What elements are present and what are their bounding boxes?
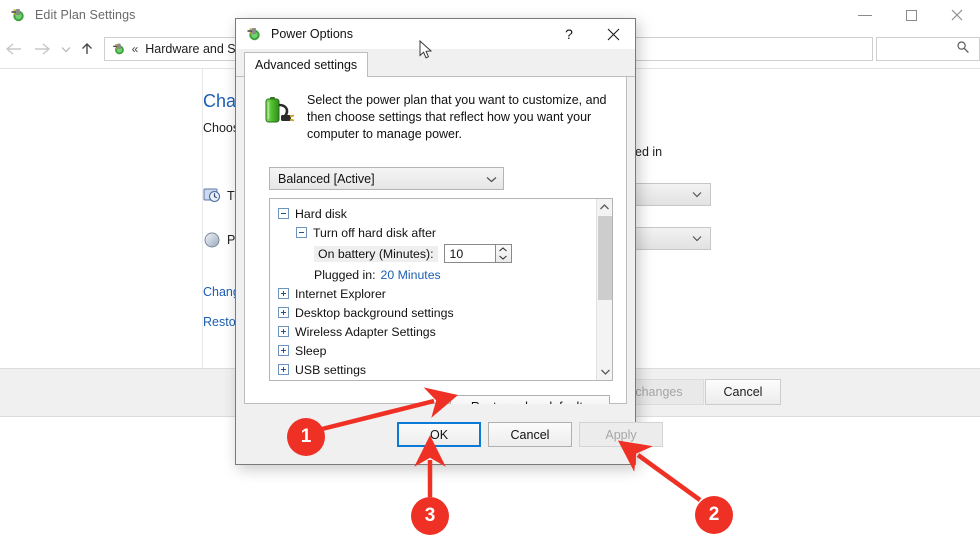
tree-item-on-battery[interactable]: On battery (Minutes): 10 bbox=[270, 242, 597, 265]
chevron-down-icon bbox=[692, 236, 702, 242]
forward-button[interactable] bbox=[28, 34, 56, 64]
screen-root: Edit Plan Settings « Hardware and So Cha… bbox=[0, 0, 980, 559]
power-plan-selected-value: Balanced [Active] bbox=[278, 171, 375, 186]
background-window-title: Edit Plan Settings bbox=[35, 8, 136, 22]
power-plan-icon bbox=[9, 6, 27, 24]
minimize-button[interactable] bbox=[842, 0, 888, 30]
tree-item-label: Sleep bbox=[295, 343, 327, 358]
help-button[interactable]: ? bbox=[547, 19, 591, 49]
power-plan-icon bbox=[111, 41, 127, 57]
up-one-level-button[interactable] bbox=[75, 34, 99, 64]
back-button[interactable] bbox=[0, 34, 28, 64]
forward-arrow-icon bbox=[35, 43, 51, 55]
column-header-plugged-in: ed in bbox=[635, 145, 663, 159]
on-battery-minutes-input[interactable]: 10 bbox=[443, 244, 496, 263]
search-input[interactable] bbox=[875, 37, 980, 61]
recent-locations-button[interactable] bbox=[56, 34, 75, 64]
tree-item-wireless-adapter-settings[interactable]: Wireless Adapter Settings bbox=[270, 322, 597, 341]
scroll-up-icon bbox=[600, 204, 609, 210]
dialog-body: Select the power plan that you want to c… bbox=[244, 77, 627, 419]
stepper-up-button[interactable] bbox=[499, 246, 507, 254]
chevron-down-icon bbox=[486, 172, 497, 186]
battery-plug-icon bbox=[259, 91, 299, 131]
collapse-expander-icon[interactable] bbox=[278, 208, 289, 219]
on-battery-minutes-stepper[interactable]: 10 bbox=[443, 244, 512, 263]
expand-expander-icon[interactable] bbox=[278, 288, 289, 299]
tab-advanced-settings[interactable]: Advanced settings bbox=[244, 52, 369, 77]
tree-item-label: On battery (Minutes): bbox=[314, 245, 438, 262]
dialog-title: Power Options bbox=[271, 27, 353, 41]
scroll-down-button[interactable] bbox=[597, 364, 612, 380]
tree-item-label: USB settings bbox=[295, 362, 367, 377]
up-arrow-icon bbox=[82, 43, 93, 54]
expand-expander-icon[interactable] bbox=[278, 364, 289, 375]
apply-button[interactable]: Apply bbox=[579, 422, 663, 447]
page-subtitle: Choos bbox=[203, 121, 240, 135]
power-options-dialog: Power Options ? Advanced settings Select… bbox=[235, 18, 663, 465]
scroll-up-button[interactable] bbox=[597, 199, 612, 215]
plugged-in-value[interactable]: 20 Minutes bbox=[381, 268, 441, 282]
dialog-intro-text: Select the power plan that you want to c… bbox=[307, 93, 607, 141]
tree-item-label: Internet Explorer bbox=[295, 286, 386, 301]
dialog-intro: Select the power plan that you want to c… bbox=[259, 91, 609, 143]
ok-button[interactable]: OK bbox=[397, 422, 481, 447]
back-arrow-icon bbox=[6, 43, 22, 55]
tree-item-label: Turn off hard disk after bbox=[313, 225, 437, 240]
tree-item-usb-settings[interactable]: USB settings bbox=[270, 360, 597, 379]
tree-item-plugged-in[interactable]: Plugged in: 20 Minutes bbox=[270, 265, 597, 284]
tree-items: Hard disk Turn off hard disk after On ba… bbox=[270, 199, 597, 380]
stepper-buttons[interactable] bbox=[495, 244, 512, 263]
tree-item-label: Desktop background settings bbox=[295, 305, 454, 320]
annotation-badge-3: 3 bbox=[411, 497, 449, 535]
breadcrumb: Hardware and So bbox=[145, 42, 243, 56]
tree-item-label: Wireless Adapter Settings bbox=[295, 324, 436, 339]
mouse-pointer-icon bbox=[419, 39, 433, 65]
expand-expander-icon[interactable] bbox=[278, 307, 289, 318]
dialog-titlebar: Power Options ? bbox=[236, 19, 635, 49]
turn-off-display-plugged-in-dropdown[interactable] bbox=[633, 183, 711, 206]
scroll-down-icon bbox=[600, 369, 610, 375]
maximize-button[interactable] bbox=[888, 0, 934, 30]
tree-item-sleep[interactable]: Sleep bbox=[270, 341, 597, 360]
turn-off-display-icon bbox=[203, 187, 221, 205]
sleep-plugged-in-dropdown[interactable] bbox=[633, 227, 711, 250]
power-plan-dropdown[interactable]: Balanced [Active] bbox=[269, 167, 504, 190]
close-icon bbox=[951, 9, 963, 21]
sleep-icon bbox=[203, 231, 221, 249]
minimize-icon bbox=[858, 14, 872, 16]
breadcrumb-overflow-chevron[interactable]: « bbox=[132, 42, 139, 56]
tree-scrollbar[interactable] bbox=[596, 199, 612, 380]
collapse-expander-icon[interactable] bbox=[296, 227, 307, 238]
annotation-badge-1: 1 bbox=[287, 418, 325, 456]
stepper-down-button[interactable] bbox=[499, 254, 507, 262]
tree-item-internet-explorer[interactable]: Internet Explorer bbox=[270, 284, 597, 303]
tree-item-label: Plugged in: bbox=[314, 267, 376, 282]
chevron-down-icon bbox=[499, 255, 507, 260]
tree-item-turn-off-hard-disk-after[interactable]: Turn off hard disk after bbox=[270, 223, 597, 242]
expand-expander-icon[interactable] bbox=[278, 326, 289, 337]
scrollbar-thumb[interactable] bbox=[598, 216, 612, 300]
advanced-settings-tree[interactable]: Hard disk Turn off hard disk after On ba… bbox=[269, 198, 613, 381]
tree-item-intel-graphics-settings[interactable]: Intel(R) Graphics Settings bbox=[270, 379, 597, 380]
tree-item-desktop-background-settings[interactable]: Desktop background settings bbox=[270, 303, 597, 322]
dialog-caption-buttons: ? bbox=[547, 19, 635, 49]
search-icon bbox=[956, 40, 970, 59]
background-cancel-button[interactable]: Cancel bbox=[705, 379, 781, 405]
tree-item-hard-disk[interactable]: Hard disk bbox=[270, 204, 597, 223]
chevron-down-icon bbox=[692, 192, 702, 198]
background-caption-buttons bbox=[842, 0, 980, 30]
dialog-close-button[interactable] bbox=[591, 19, 635, 49]
close-icon bbox=[607, 28, 619, 40]
power-plan-icon bbox=[245, 25, 263, 43]
close-button[interactable] bbox=[934, 0, 980, 30]
chevron-down-icon bbox=[61, 46, 71, 52]
annotation-badge-2: 2 bbox=[695, 496, 733, 534]
chevron-up-icon bbox=[499, 247, 507, 252]
dialog-tabstrip: Advanced settings bbox=[236, 49, 635, 77]
expand-expander-icon[interactable] bbox=[278, 345, 289, 356]
dialog-cancel-button[interactable]: Cancel bbox=[488, 422, 572, 447]
tree-item-label: Hard disk bbox=[295, 206, 347, 221]
maximize-icon bbox=[905, 9, 917, 21]
